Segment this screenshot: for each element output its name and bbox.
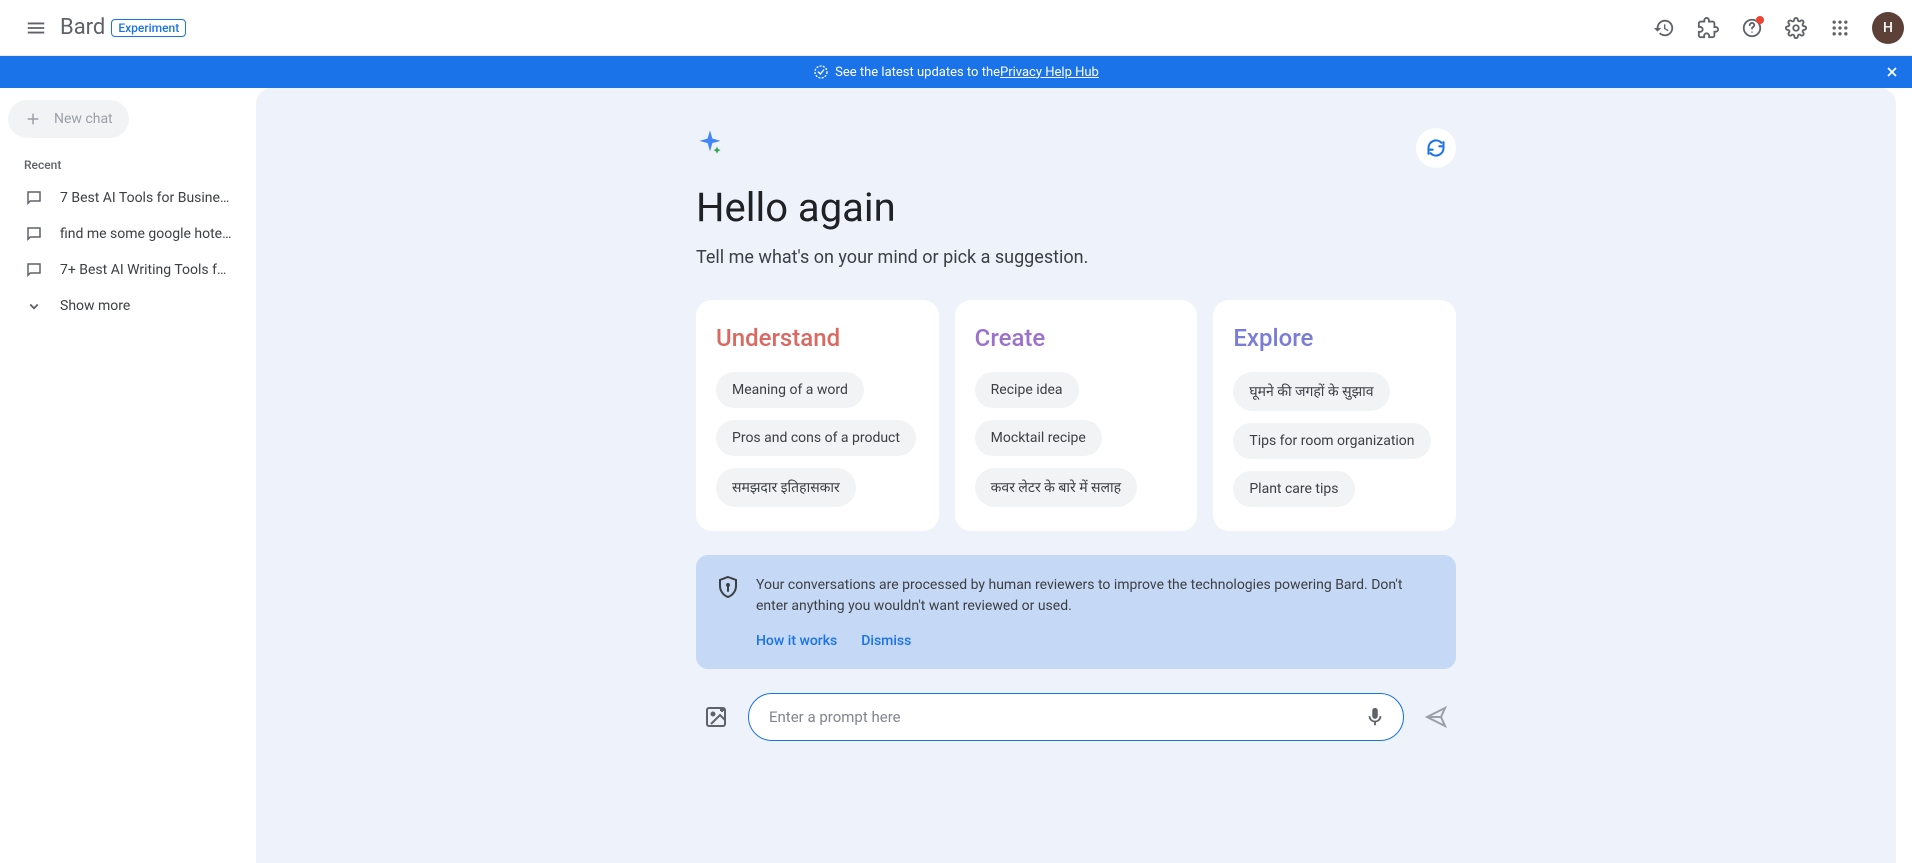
suggestion-chip[interactable]: Pros and cons of a product — [716, 420, 916, 456]
suggestion-chip[interactable]: Plant care tips — [1233, 471, 1354, 507]
suggestion-chip[interactable]: समझदार इतिहासकार — [716, 468, 856, 507]
sidebar-item-label: 7+ Best AI Writing Tools for Cop... — [60, 262, 232, 278]
chat-icon — [24, 188, 44, 208]
hero-title: Hello again — [696, 184, 1456, 231]
sidebar-item-chat[interactable]: 7+ Best AI Writing Tools for Cop... — [8, 252, 248, 288]
privacy-shield-icon — [716, 575, 740, 649]
verified-icon — [813, 64, 829, 80]
notice-text: Your conversations are processed by huma… — [756, 575, 1436, 617]
card-title: Understand — [716, 324, 919, 352]
sidebar-item-label: 7 Best AI Tools for Business Gro... — [60, 190, 232, 206]
sidebar-item-chat[interactable]: 7 Best AI Tools for Business Gro... — [8, 180, 248, 216]
notification-dot — [1756, 16, 1764, 24]
extensions-button[interactable] — [1688, 8, 1728, 48]
spark-icon — [696, 128, 1456, 160]
experiment-badge: Experiment — [111, 19, 186, 37]
settings-button[interactable] — [1776, 8, 1816, 48]
banner-close-button[interactable] — [1880, 60, 1904, 84]
menu-button[interactable] — [16, 8, 56, 48]
logo-text: Bard — [60, 15, 105, 40]
new-chat-label: New chat — [54, 111, 113, 127]
card-title: Create — [975, 324, 1178, 352]
activity-button[interactable] — [1644, 8, 1684, 48]
image-icon — [704, 705, 728, 729]
banner-link[interactable]: Privacy Help Hub — [1000, 65, 1099, 80]
chevron-down-icon — [24, 296, 44, 316]
sidebar: New chat Recent 7 Best AI Tools for Busi… — [0, 88, 256, 863]
prompt-input-wrap[interactable] — [748, 693, 1404, 741]
help-button[interactable] — [1732, 8, 1772, 48]
suggestion-chip[interactable]: कवर लेटर के बारे में सलाह — [975, 468, 1137, 507]
suggestion-cards: Understand Meaning of a word Pros and co… — [696, 300, 1456, 531]
apps-button[interactable] — [1820, 8, 1860, 48]
explore-card: Explore घूमने की जगहों के सुझाव Tips for… — [1213, 300, 1456, 531]
sidebar-item-label: find me some google hotels — [60, 226, 232, 242]
new-chat-button[interactable]: New chat — [8, 100, 129, 138]
input-row — [696, 693, 1456, 741]
chat-icon — [24, 224, 44, 244]
prompt-input[interactable] — [769, 708, 1355, 726]
privacy-notice: Your conversations are processed by huma… — [696, 555, 1456, 669]
how-it-works-link[interactable]: How it works — [756, 633, 837, 649]
refresh-icon — [1426, 138, 1446, 158]
refresh-button[interactable] — [1416, 128, 1456, 168]
image-upload-button[interactable] — [696, 697, 736, 737]
create-card: Create Recipe idea Mocktail recipe कवर ल… — [955, 300, 1198, 531]
gear-icon — [1785, 17, 1807, 39]
privacy-banner: See the latest updates to the Privacy He… — [0, 56, 1912, 88]
close-icon — [1884, 64, 1900, 80]
understand-card: Understand Meaning of a word Pros and co… — [696, 300, 939, 531]
recent-heading: Recent — [8, 138, 248, 180]
plus-icon — [24, 110, 42, 128]
suggestion-chip[interactable]: घूमने की जगहों के सुझाव — [1233, 372, 1389, 411]
sidebar-item-chat[interactable]: find me some google hotels — [8, 216, 248, 252]
send-button[interactable] — [1416, 697, 1456, 737]
user-avatar[interactable]: H — [1872, 12, 1904, 44]
chat-icon — [24, 260, 44, 280]
send-icon — [1424, 705, 1448, 729]
extension-icon — [1697, 17, 1719, 39]
history-icon — [1653, 17, 1675, 39]
header-icons: H — [1644, 8, 1904, 48]
logo-area: Bard Experiment — [60, 15, 186, 40]
suggestion-chip[interactable]: Recipe idea — [975, 372, 1079, 408]
suggestion-chip[interactable]: Meaning of a word — [716, 372, 864, 408]
suggestion-chip[interactable]: Mocktail recipe — [975, 420, 1102, 456]
show-more-label: Show more — [60, 298, 232, 314]
main-area: Hello again Tell me what's on your mind … — [256, 88, 1896, 863]
show-more-button[interactable]: Show more — [8, 288, 248, 324]
mic-button[interactable] — [1355, 697, 1395, 737]
card-title: Explore — [1233, 324, 1436, 352]
menu-icon — [25, 17, 47, 39]
app-header: Bard Experiment H — [0, 0, 1912, 56]
apps-grid-icon — [1830, 18, 1850, 38]
mic-icon — [1364, 706, 1386, 728]
suggestion-chip[interactable]: Tips for room organization — [1233, 423, 1430, 459]
banner-prefix: See the latest updates to the — [835, 65, 1000, 80]
dismiss-button[interactable]: Dismiss — [861, 633, 911, 649]
hero-subtitle: Tell me what's on your mind or pick a su… — [696, 247, 1456, 268]
